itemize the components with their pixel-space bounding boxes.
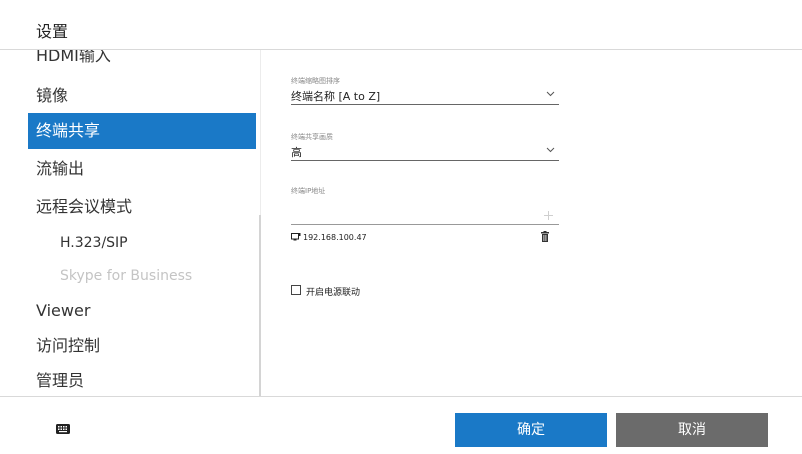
sidebar-item-label: Viewer: [36, 301, 91, 320]
power-link-label: 开启电源联动: [306, 288, 361, 298]
quality-select[interactable]: 高: [291, 144, 559, 161]
sidebar-item-label: 流输出: [36, 159, 85, 178]
sort-field[interactable]: 终端缩略图排序 终端名称 [A to Z]: [291, 76, 559, 105]
sidebar-item-label: 终端共享: [36, 121, 101, 140]
trash-icon[interactable]: [541, 231, 549, 244]
sidebar-item-stream-output[interactable]: 流输出: [28, 151, 256, 187]
sidebar-item-terminal-sharing[interactable]: 终端共享: [28, 113, 256, 149]
sidebar-item-label: 远程会议模式: [36, 197, 133, 216]
terminal-icon: [291, 233, 301, 243]
sidebar-item-admin[interactable]: 管理员: [28, 363, 256, 396]
settings-window: 设置 HDMI输入 镜像 终端共享 流输出 远程会议模式 H.323/SIP S…: [0, 0, 802, 454]
chevron-down-icon: [546, 146, 555, 156]
sidebar-item-skype: Skype for Business: [28, 258, 256, 294]
cancel-button[interactable]: 取消: [616, 413, 768, 447]
header: 设置: [0, 0, 802, 50]
ip-field[interactable]: 终端IP地址: [291, 186, 559, 225]
sidebar[interactable]: HDMI输入 镜像 终端共享 流输出 远程会议模式 H.323/SIP Skyp…: [0, 50, 260, 396]
sidebar-item-label: HDMI输入: [36, 50, 111, 65]
footer: 确定 取消: [0, 396, 802, 454]
ok-button[interactable]: 确定: [455, 413, 607, 447]
sidebar-item-viewer[interactable]: Viewer: [28, 293, 256, 329]
ip-input[interactable]: [291, 198, 559, 225]
plus-icon[interactable]: [544, 208, 553, 224]
sidebar-item-h323-sip[interactable]: H.323/SIP: [28, 225, 256, 261]
sidebar-item-remote-meeting[interactable]: 远程会议模式: [28, 189, 256, 225]
sidebar-item-label: H.323/SIP: [60, 235, 128, 251]
ip-label: 终端IP地址: [291, 187, 326, 195]
sidebar-item-label: 管理员: [36, 371, 85, 390]
sidebar-item-mirroring[interactable]: 镜像: [28, 78, 256, 114]
sidebar-scrollbar[interactable]: [259, 215, 261, 396]
list-item: 192.168.100.47: [291, 231, 559, 246]
quality-label: 终端共享画质: [291, 133, 333, 141]
chevron-down-icon: [546, 90, 555, 100]
sidebar-item-access-control[interactable]: 访问控制: [28, 328, 256, 364]
sidebar-item-label: Skype for Business: [60, 268, 193, 284]
sort-label: 终端缩略图排序: [291, 77, 340, 85]
sort-select[interactable]: 终端名称 [A to Z]: [291, 88, 559, 105]
sidebar-item-hdmi-input[interactable]: HDMI输入: [28, 50, 256, 74]
sidebar-item-label: 访问控制: [36, 336, 101, 355]
keyboard-icon[interactable]: [56, 419, 70, 438]
quality-value: 高: [291, 146, 302, 159]
quality-field[interactable]: 终端共享画质 高: [291, 132, 559, 161]
power-link-checkbox[interactable]: [291, 285, 301, 295]
sort-value: 终端名称 [A to Z]: [291, 90, 381, 103]
ip-address: 192.168.100.47: [303, 233, 367, 242]
page-title: 设置: [36, 22, 69, 41]
sidebar-item-label: 镜像: [36, 86, 69, 105]
